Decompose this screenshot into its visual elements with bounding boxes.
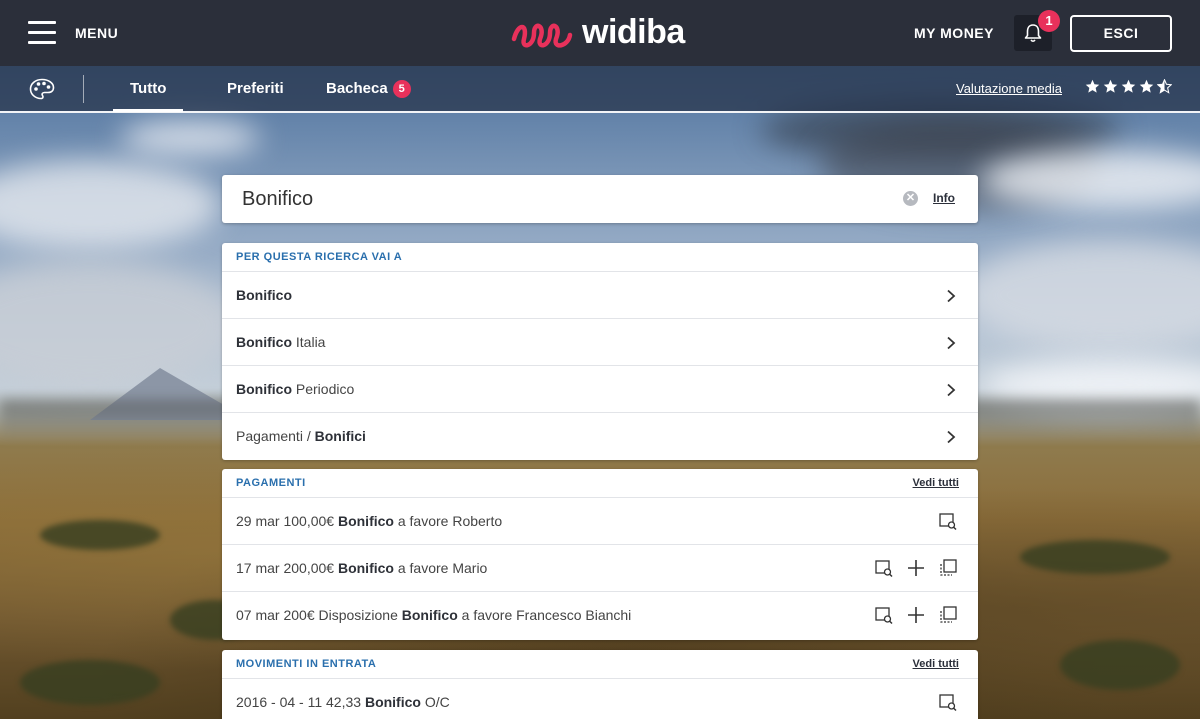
secondary-navbar: Tutto Preferiti Bacheca 5 Valutazione med… — [0, 66, 1200, 113]
notification-badge: 1 — [1038, 10, 1060, 32]
movement-row[interactable]: 2016 - 04 - 11 42,33 Bonifico O/C — [222, 679, 978, 719]
copy-icon[interactable] — [938, 605, 958, 625]
chevron-right-icon — [947, 383, 956, 397]
pagamenti-panel: PAGAMENTI Vedi tutti 29 mar 100,00€ Boni… — [222, 469, 978, 640]
panel-title: PAGAMENTI — [236, 477, 306, 489]
menu-button[interactable]: MENU — [75, 25, 118, 41]
row-actions — [938, 511, 958, 531]
tab-label: Bacheca — [326, 80, 388, 97]
info-link[interactable]: Info — [933, 191, 955, 205]
my-money-link[interactable]: MY MONEY — [914, 25, 994, 41]
clear-icon[interactable]: ✕ — [903, 191, 918, 206]
divider — [83, 75, 84, 103]
widiba-logo-icon — [511, 23, 573, 48]
logo-text: widiba — [582, 12, 685, 51]
tab-tutto[interactable]: Tutto — [112, 80, 184, 112]
payment-text: 07 mar 200€ Disposizione Bonifico a favo… — [236, 607, 632, 623]
quick-link-label: Pagamenti / Bonifici — [236, 428, 366, 444]
top-navbar: MENU widiba MY MONEY 1 ESCI — [0, 0, 1200, 66]
payment-text: 29 mar 100,00€ Bonifico a favore Roberto — [236, 513, 503, 529]
chevron-right-icon — [947, 336, 956, 350]
row-actions — [874, 605, 958, 625]
quick-link-item[interactable]: Bonifico — [222, 272, 978, 319]
quick-link-item[interactable]: Bonifico Periodico — [222, 366, 978, 413]
see-all-link[interactable]: Vedi tutti — [913, 658, 959, 670]
star-icon — [1085, 79, 1100, 93]
chevron-right-icon — [947, 289, 956, 303]
quick-links-panel: PER QUESTA RICERCA VAI A Bonifico Bonifi… — [222, 243, 978, 460]
tab-label: Tutto — [130, 80, 167, 97]
chevron-right-icon — [947, 430, 956, 444]
copy-icon[interactable] — [938, 558, 958, 578]
star-half-icon — [1157, 79, 1172, 94]
quick-link-label: Bonifico — [236, 287, 292, 303]
movement-text: 2016 - 04 - 11 42,33 Bonifico O/C — [236, 694, 450, 710]
quick-link-label: Bonifico Periodico — [236, 381, 355, 397]
plus-icon[interactable] — [906, 558, 926, 578]
row-actions — [938, 692, 958, 712]
details-icon[interactable] — [938, 511, 958, 531]
panel-header: MOVIMENTI IN ENTRATA Vedi tutti — [222, 650, 978, 679]
tab-label: Preferiti — [227, 80, 284, 97]
star-icon — [1103, 79, 1118, 93]
payment-row[interactable]: 17 mar 200,00€ Bonifico a favore Mario — [222, 545, 978, 592]
average-rating-link[interactable]: Valutazione media — [956, 81, 1062, 96]
tab-bacheca[interactable]: Bacheca 5 — [326, 80, 411, 98]
logout-button[interactable]: ESCI — [1070, 15, 1172, 52]
see-all-link[interactable]: Vedi tutti — [913, 477, 959, 489]
widiba-logo[interactable]: widiba — [510, 12, 685, 54]
movimenti-panel: MOVIMENTI IN ENTRATA Vedi tutti 2016 - 0… — [222, 650, 978, 719]
panel-header: PER QUESTA RICERCA VAI A — [222, 243, 978, 272]
details-icon[interactable] — [938, 692, 958, 712]
rating-stars — [1085, 79, 1172, 94]
plus-icon[interactable] — [906, 605, 926, 625]
menu-icon[interactable] — [28, 21, 56, 45]
row-actions — [874, 558, 958, 578]
quick-link-label: Bonifico Italia — [236, 334, 326, 350]
payment-row[interactable]: 29 mar 100,00€ Bonifico a favore Roberto — [222, 498, 978, 545]
payment-row[interactable]: 07 mar 200€ Disposizione Bonifico a favo… — [222, 592, 978, 639]
details-icon[interactable] — [874, 605, 894, 625]
search-box — [222, 175, 978, 223]
quick-link-item[interactable]: Pagamenti / Bonifici — [222, 413, 978, 460]
panel-title: PER QUESTA RICERCA VAI A — [236, 251, 403, 263]
tab-preferiti[interactable]: Preferiti — [227, 80, 284, 97]
quick-link-item[interactable]: Bonifico Italia — [222, 319, 978, 366]
star-icon — [1121, 79, 1136, 93]
panel-header: PAGAMENTI Vedi tutti — [222, 469, 978, 498]
payment-text: 17 mar 200,00€ Bonifico a favore Mario — [236, 560, 488, 576]
palette-icon[interactable] — [29, 78, 55, 105]
bacheca-count-badge: 5 — [392, 80, 411, 98]
details-icon[interactable] — [874, 558, 894, 578]
panel-title: MOVIMENTI IN ENTRATA — [236, 658, 377, 670]
star-icon — [1139, 79, 1154, 93]
search-input[interactable] — [242, 185, 882, 213]
